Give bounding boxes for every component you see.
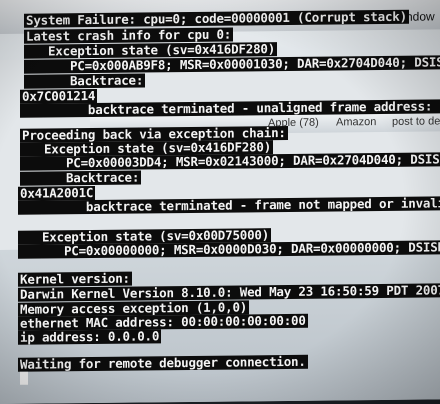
panic-line: Backtrace: xyxy=(20,169,142,186)
bookmark-item: Amazon xyxy=(336,116,377,129)
panic-line: Backtrace: xyxy=(24,72,146,89)
monitor-screen: Window Apple (78) Amazon post to de Syst… xyxy=(0,0,440,404)
bookmark-item: post to de xyxy=(392,115,440,128)
panic-line: ip address: 0.0.0.0 xyxy=(18,328,162,345)
panic-line: Kernel version: xyxy=(18,270,132,287)
text-cursor xyxy=(20,371,28,385)
